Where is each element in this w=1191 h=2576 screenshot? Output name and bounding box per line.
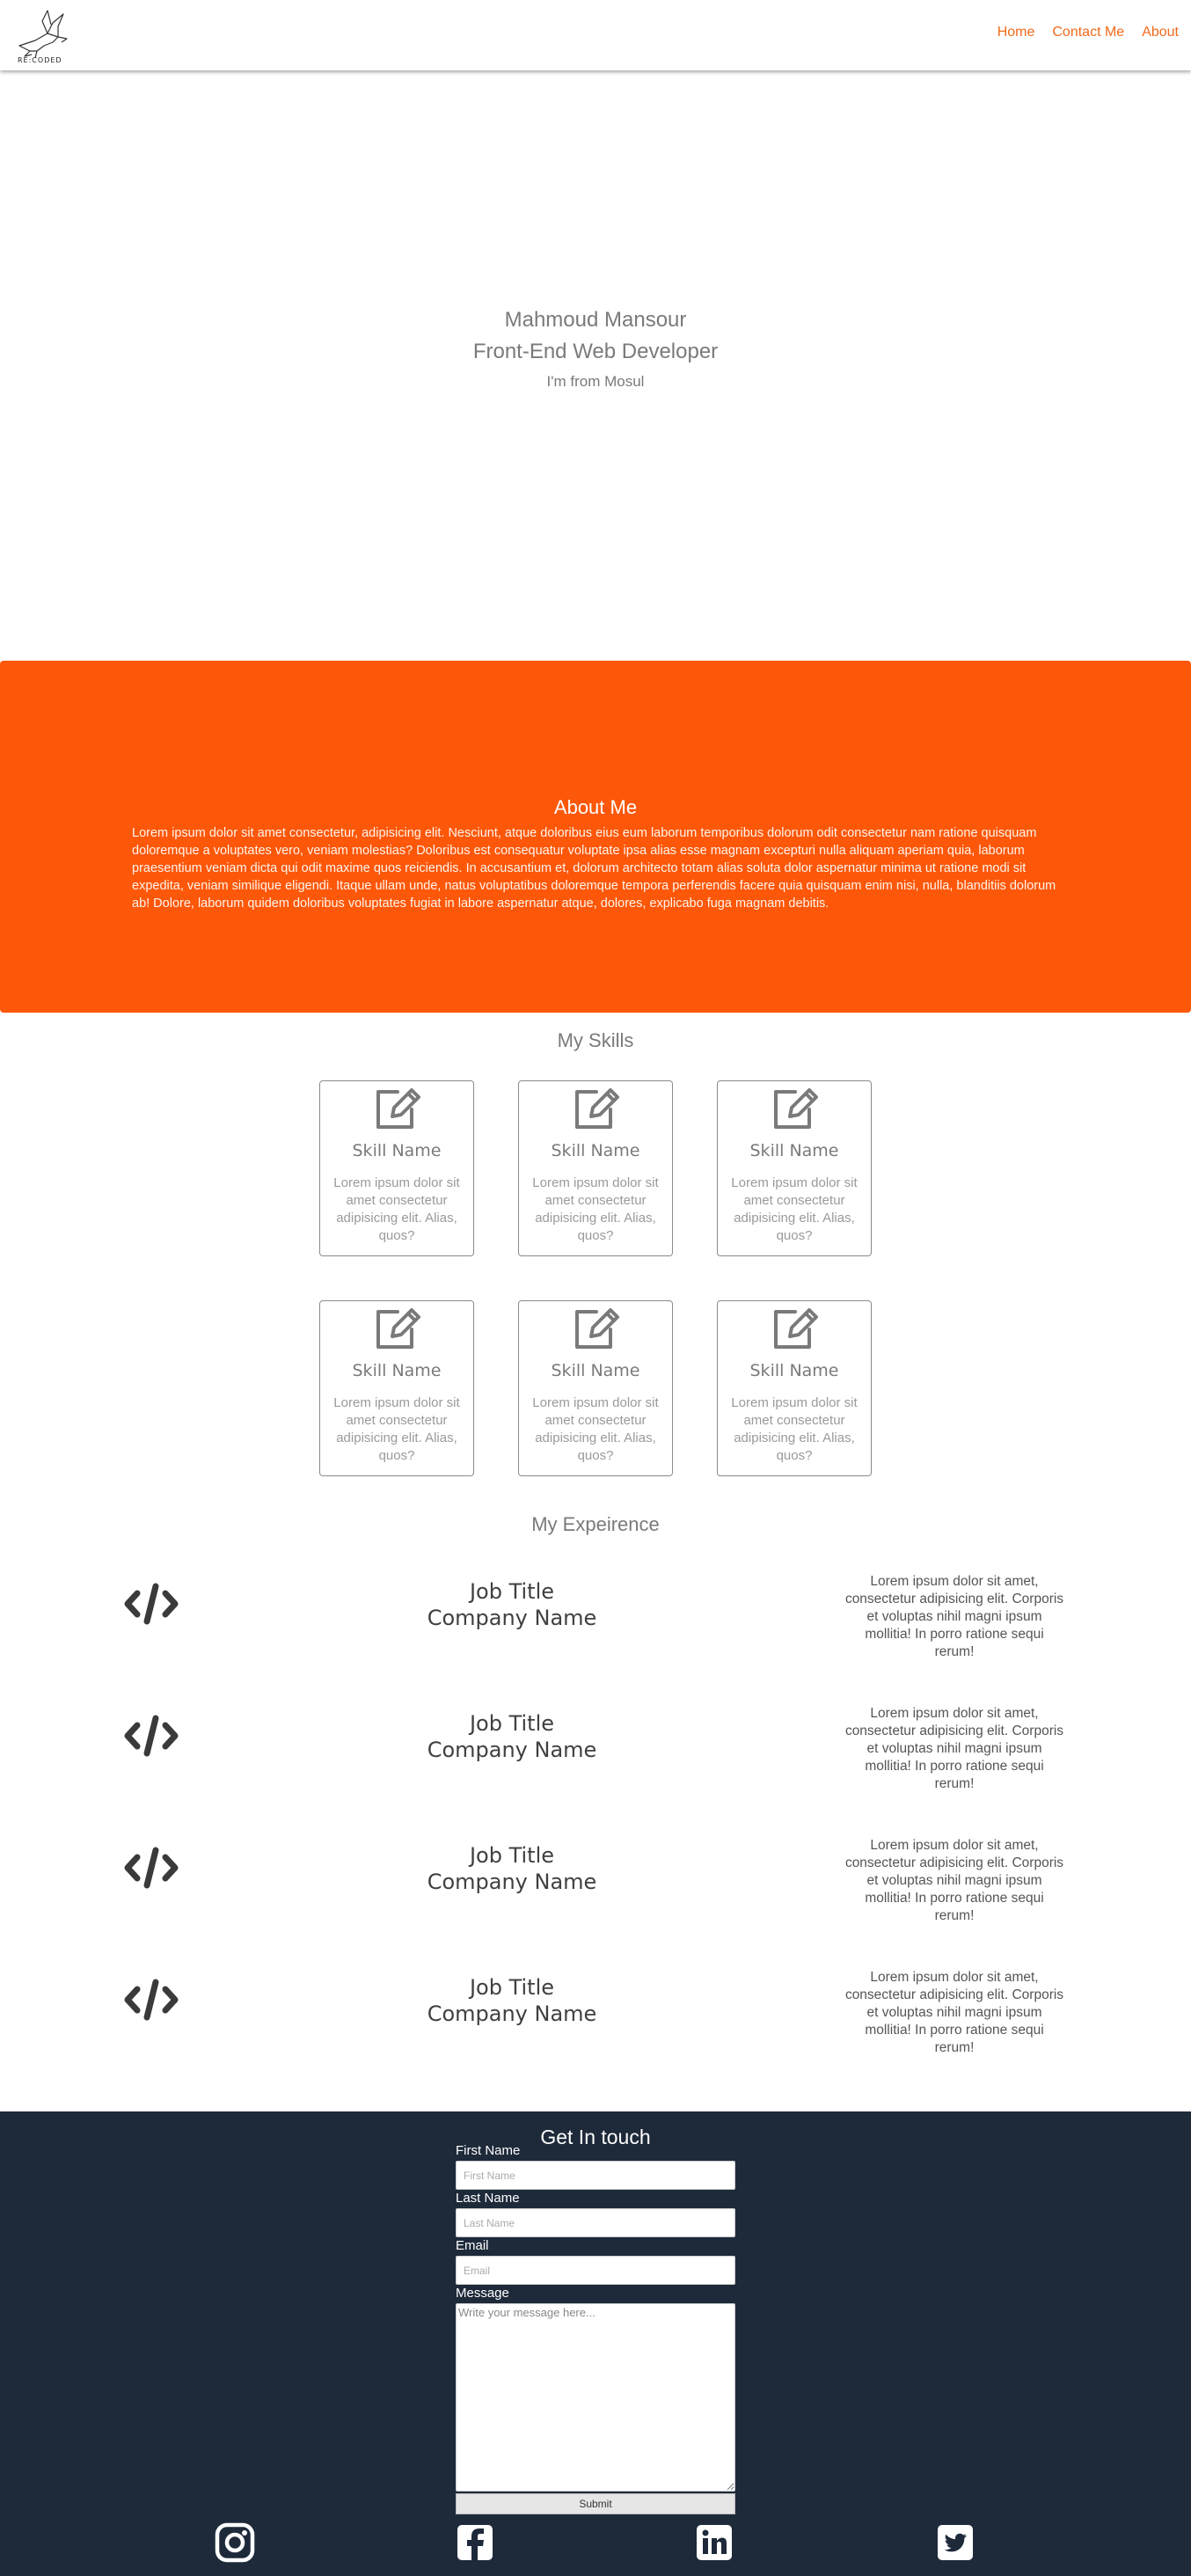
- submit-button[interactable]: Submit: [456, 2493, 735, 2514]
- experience-desc: Lorem ipsum dolor sit amet, consectetur …: [844, 1706, 1064, 1791]
- last-name-label: Last Name: [456, 2191, 520, 2206]
- skill-card: Skill Name Lorem ipsum dolor sit amet co…: [717, 1300, 872, 1476]
- experience-title: My Expeirence: [531, 1513, 660, 1535]
- experience-desc: Lorem ipsum dolor sit amet, consectetur …: [844, 1574, 1064, 1659]
- skill-card: Skill Name Lorem ipsum dolor sit amet co…: [518, 1080, 673, 1256]
- code-icon: [124, 1979, 179, 2021]
- skill-name: Skill Name: [352, 1361, 442, 1380]
- message-textarea[interactable]: [456, 2303, 735, 2492]
- skill-card: Skill Name Lorem ipsum dolor sit amet co…: [518, 1300, 673, 1476]
- instagram-icon[interactable]: [214, 2521, 256, 2564]
- experience-row: Job Title Company Name Lorem ipsum dolor…: [0, 1837, 1191, 1934]
- code-icon: [124, 1847, 179, 1889]
- edit-icon: [376, 1088, 420, 1129]
- message-label: Message: [456, 2286, 509, 2301]
- skill-desc: Lorem ipsum dolor sit amet consectetur a…: [731, 1175, 858, 1243]
- experience-row: Job Title Company Name Lorem ipsum dolor…: [0, 1705, 1191, 1802]
- about-section: About Me Lorem ipsum dolor sit amet cons…: [0, 661, 1191, 1013]
- skills-title: My Skills: [557, 1029, 634, 1051]
- skill-name: Skill Name: [749, 1361, 839, 1380]
- experience-desc: Lorem ipsum dolor sit amet, consectetur …: [844, 1838, 1064, 1923]
- skill-desc: Lorem ipsum dolor sit amet consectetur a…: [532, 1175, 659, 1243]
- edit-icon: [774, 1308, 818, 1349]
- experience-row: Job Title Company Name Lorem ipsum dolor…: [0, 1969, 1191, 2066]
- first-name-input[interactable]: [456, 2161, 735, 2190]
- company-name: Company Name: [427, 1606, 597, 1630]
- logo-text: RE:CODED: [18, 56, 62, 64]
- job-title: Job Title: [469, 1711, 555, 1736]
- skill-card: Skill Name Lorem ipsum dolor sit amet co…: [319, 1080, 474, 1256]
- nav-contact-link[interactable]: Contact Me: [1052, 25, 1124, 40]
- code-icon: [124, 1715, 179, 1757]
- skill-name: Skill Name: [749, 1141, 839, 1160]
- email-label: Email: [456, 2238, 489, 2253]
- company-name: Company Name: [427, 1738, 597, 1762]
- company-name: Company Name: [427, 1870, 597, 1894]
- linkedin-icon[interactable]: [693, 2521, 735, 2564]
- job-title: Job Title: [469, 1579, 555, 1604]
- skill-desc: Lorem ipsum dolor sit amet consectetur a…: [333, 1175, 460, 1243]
- skill-desc: Lorem ipsum dolor sit amet consectetur a…: [532, 1395, 659, 1463]
- nav-about-link[interactable]: About: [1142, 25, 1179, 40]
- last-name-input[interactable]: [456, 2208, 735, 2237]
- job-info: Job Title Company Name: [336, 1974, 688, 2027]
- skill-card: Skill Name Lorem ipsum dolor sit amet co…: [717, 1080, 872, 1256]
- company-name: Company Name: [427, 2002, 597, 2026]
- edit-icon: [376, 1308, 420, 1349]
- job-title: Job Title: [469, 1843, 555, 1868]
- edit-icon: [774, 1088, 818, 1129]
- about-title: About Me: [553, 796, 638, 818]
- email-input[interactable]: [456, 2256, 735, 2285]
- edit-icon: [575, 1308, 619, 1349]
- hero-name: Mahmoud Mansour: [504, 308, 687, 332]
- twitter-icon[interactable]: [934, 2521, 976, 2564]
- about-text: Lorem ipsum dolor sit amet consectetur, …: [132, 826, 1056, 911]
- nav-home-link[interactable]: Home: [997, 25, 1035, 40]
- skill-desc: Lorem ipsum dolor sit amet consectetur a…: [333, 1395, 460, 1463]
- skill-name: Skill Name: [551, 1141, 640, 1160]
- skill-name: Skill Name: [551, 1361, 640, 1380]
- skill-name: Skill Name: [352, 1141, 442, 1160]
- job-title: Job Title: [469, 1975, 555, 2000]
- skill-card: Skill Name Lorem ipsum dolor sit amet co…: [319, 1300, 474, 1476]
- skill-desc: Lorem ipsum dolor sit amet consectetur a…: [731, 1395, 858, 1463]
- navbar: RE:CODED Home Contact Me About: [0, 0, 1191, 70]
- experience-row: Job Title Company Name Lorem ipsum dolor…: [0, 1573, 1191, 1670]
- hero-section: Mahmoud Mansour Front-End Web Developer …: [0, 70, 1191, 660]
- hero-location: I'm from Mosul: [546, 373, 645, 390]
- job-info: Job Title Company Name: [336, 1710, 688, 1763]
- contact-title: Get In touch: [540, 2126, 651, 2148]
- first-name-label: First Name: [456, 2143, 521, 2158]
- facebook-icon[interactable]: [454, 2521, 496, 2564]
- hero-role: Front-End Web Developer: [472, 340, 719, 363]
- job-info: Job Title Company Name: [336, 1578, 688, 1631]
- edit-icon: [575, 1088, 619, 1129]
- experience-desc: Lorem ipsum dolor sit amet, consectetur …: [844, 1970, 1064, 2055]
- nav-links: Home Contact Me About: [997, 25, 1179, 40]
- job-info: Job Title Company Name: [336, 1842, 688, 1895]
- code-icon: [124, 1583, 179, 1625]
